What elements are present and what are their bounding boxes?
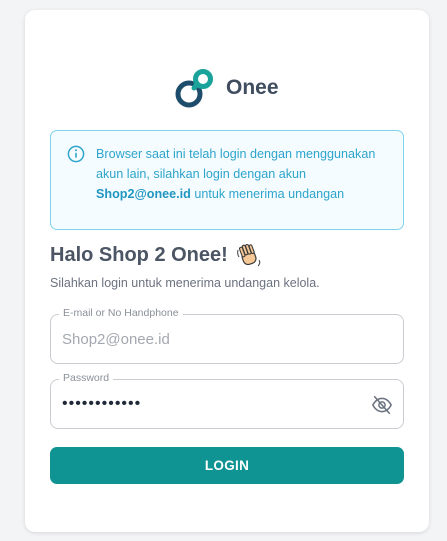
onee-logo-icon [175,69,213,108]
greeting-title: Halo Shop 2 Onee! [50,243,228,266]
brand-name: Onee [226,76,279,99]
alert-message: Browser saat ini telah login dengan meng… [96,144,389,204]
login-card: Onee Browser saat ini telah login dengan… [25,10,429,532]
subtitle: Silahkan login untuk menerima undangan k… [50,276,320,290]
greeting: Halo Shop 2 Onee! [50,242,262,268]
alert-email: Shop2@onee.id [96,187,191,201]
info-icon [67,145,85,163]
eye-slash-icon[interactable] [371,394,393,416]
alert-text-before: Browser saat ini telah login dengan meng… [96,147,376,181]
email-field: E-mail or No Handphone [50,307,404,364]
info-alert: Browser saat ini telah login dengan meng… [50,130,404,230]
login-button[interactable]: LOGIN [50,447,404,484]
password-input[interactable] [62,380,363,428]
brand-logo: Onee [172,65,279,111]
waving-hand-icon [236,244,261,267]
password-field: Password [50,372,404,429]
email-input[interactable] [62,315,363,363]
alert-text-after: untuk menerima undangan [190,187,345,201]
